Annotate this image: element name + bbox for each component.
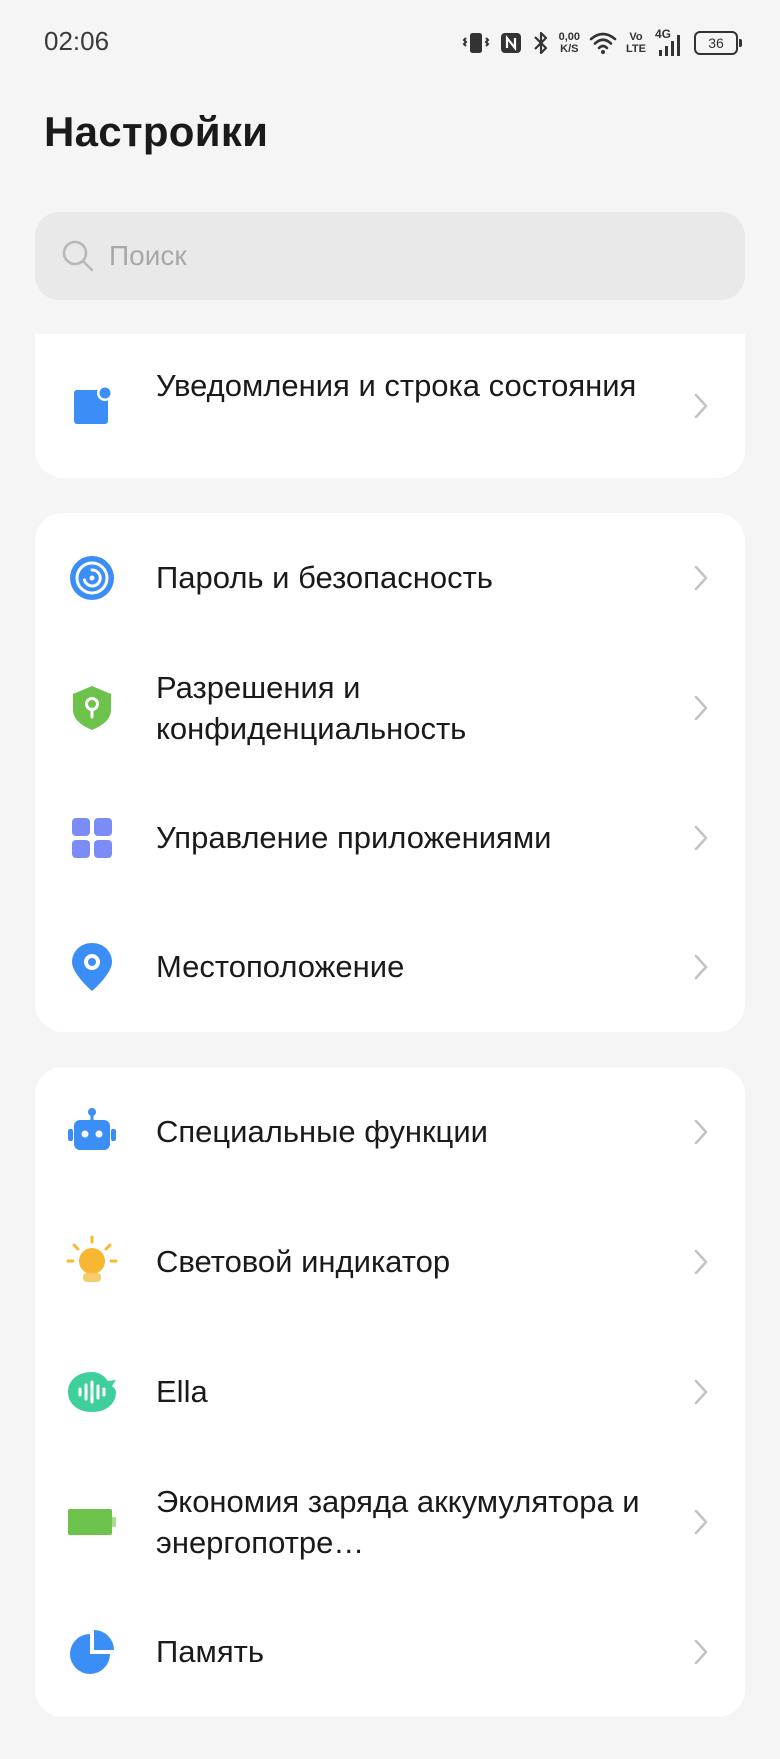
- settings-group-system: Специальные функции Световой индикатор E…: [35, 1067, 745, 1717]
- nfc-icon: [499, 31, 523, 55]
- app-grid-icon: [65, 811, 119, 865]
- settings-item-label: Память: [156, 1634, 264, 1669]
- search-input[interactable]: [109, 240, 709, 272]
- chevron-right-icon: [694, 1249, 708, 1275]
- chevron-right-icon: [694, 1509, 708, 1535]
- settings-item-label: Местоположение: [156, 949, 405, 984]
- privacy-shield-icon: [65, 681, 119, 735]
- storage-pie-icon: [65, 1625, 119, 1679]
- settings-item-storage[interactable]: Память: [35, 1587, 745, 1717]
- settings-item-location[interactable]: Местоположение: [35, 903, 745, 1032]
- settings-item-accessibility[interactable]: Специальные функции: [35, 1067, 745, 1197]
- cellular-signal-icon: 4G: [655, 28, 685, 58]
- settings-screen: 02:06 0,00 K/S Vo LTE 4G 36 Настройки По…: [0, 0, 780, 1759]
- chevron-right-icon: [694, 695, 708, 721]
- settings-item-label: Экономия заряда аккумулятора и энергопот…: [156, 1484, 640, 1560]
- volte-indicator: Vo LTE: [626, 31, 646, 55]
- settings-item-battery[interactable]: Экономия заряда аккумулятора и энергопот…: [35, 1457, 745, 1587]
- chevron-right-icon: [694, 954, 708, 980]
- battery-indicator: 36: [694, 31, 742, 55]
- password-security-icon: [65, 551, 119, 605]
- location-pin-icon: [65, 940, 119, 994]
- settings-item-label: Специальные функции: [156, 1114, 488, 1149]
- settings-group-security: Пароль и безопасность Разрешения и конфи…: [35, 513, 745, 1032]
- status-bar: 02:06 0,00 K/S Vo LTE 4G 36: [0, 0, 780, 84]
- wifi-icon: [589, 31, 617, 55]
- settings-item-permissions-privacy[interactable]: Разрешения и конфиденциальность: [35, 643, 745, 773]
- chevron-right-icon: [694, 1119, 708, 1145]
- chevron-right-icon: [694, 1639, 708, 1665]
- search-icon: [62, 240, 94, 272]
- bluetooth-icon: [532, 30, 550, 56]
- settings-item-label: Разрешения и конфиденциальность: [156, 670, 467, 746]
- status-time: 02:06: [44, 26, 110, 56]
- notification-icon: [65, 379, 119, 433]
- vibrate-icon: [462, 30, 490, 56]
- ella-voice-icon: [65, 1365, 119, 1419]
- chevron-right-icon: [694, 393, 708, 419]
- settings-item-password-security[interactable]: Пароль и безопасность: [35, 513, 745, 643]
- settings-group-notifications: Уведомления и строка состояния: [35, 334, 745, 478]
- settings-item-label: Уведомления и строка состояния: [156, 368, 637, 403]
- status-icons: 0,00 K/S Vo LTE 4G 36: [462, 26, 742, 60]
- light-bulb-icon: [65, 1234, 119, 1288]
- chevron-right-icon: [694, 825, 708, 851]
- settings-item-app-management[interactable]: Управление приложениями: [35, 773, 745, 903]
- network-speed: 0,00 K/S: [558, 31, 581, 55]
- settings-item-label: Ella: [156, 1374, 208, 1409]
- settings-item-label: Световой индикатор: [156, 1244, 451, 1279]
- settings-item-label: Пароль и безопасность: [156, 560, 493, 595]
- settings-item-light-indicator[interactable]: Световой индикатор: [35, 1197, 745, 1327]
- robot-icon: [65, 1105, 119, 1159]
- chevron-right-icon: [694, 565, 708, 591]
- search-bar[interactable]: [35, 212, 745, 300]
- battery-icon: [65, 1495, 119, 1549]
- settings-item-label: Управление приложениями: [156, 820, 552, 855]
- chevron-right-icon: [694, 1379, 708, 1405]
- settings-item-ella[interactable]: Ella: [35, 1327, 745, 1457]
- settings-item-notifications[interactable]: Уведомления и строка состояния: [35, 334, 745, 478]
- page-title: Настройки: [44, 108, 269, 155]
